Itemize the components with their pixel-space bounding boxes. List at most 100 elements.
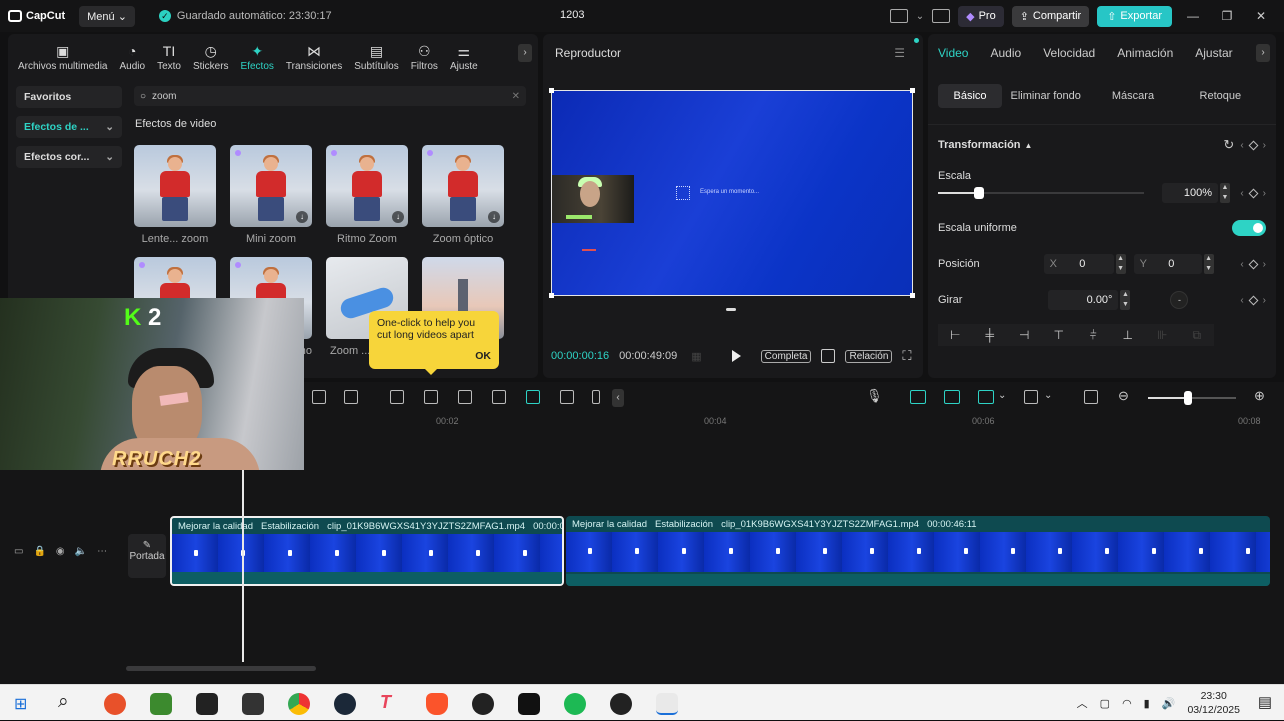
steam-icon[interactable]	[334, 693, 356, 715]
focus-icon[interactable]	[821, 349, 836, 363]
rotate-field[interactable]: 0.00°	[1048, 290, 1119, 310]
close-button[interactable]: ✕	[1248, 9, 1274, 23]
wifi-icon[interactable]: ◠	[1122, 697, 1132, 710]
scale-field[interactable]: 100%	[1162, 183, 1218, 203]
zoom-in-icon[interactable]: ⊕	[1254, 388, 1265, 404]
position-x-field[interactable]: X0	[1043, 254, 1114, 274]
maximize-button[interactable]: ❐	[1214, 9, 1240, 23]
cover-button[interactable]: ✎ Portada	[128, 534, 166, 578]
clock[interactable]: 23:30 03/12/2025	[1187, 689, 1240, 717]
linkage-chevron-icon[interactable]: ⌄	[998, 390, 1006, 401]
grid-icon[interactable]: ▦	[691, 350, 701, 363]
g-app-icon[interactable]	[472, 693, 494, 715]
audio-split-icon[interactable]	[592, 390, 600, 404]
freeze-icon[interactable]	[390, 390, 404, 404]
subtab-item[interactable]: Eliminar fondo	[1002, 84, 1089, 108]
chrome-icon[interactable]	[288, 693, 310, 715]
resize-handle[interactable]	[910, 88, 915, 93]
remove-bg-icon[interactable]	[458, 390, 472, 404]
tool-subtitles[interactable]: ▤ Subtítulos	[348, 36, 404, 72]
tool-text[interactable]: TI Texto	[151, 36, 187, 72]
microphone-icon[interactable]: 🎙	[866, 388, 883, 404]
next-keyframe-icon[interactable]: ›	[1263, 140, 1266, 151]
tooltip-ok-button[interactable]: OK	[475, 350, 491, 362]
effect-card[interactable]: ↓ Mini zoom	[230, 145, 312, 245]
shape-icon[interactable]	[344, 390, 358, 404]
search-icon[interactable]: ⌕	[58, 691, 69, 713]
download-icon[interactable]: ↓	[488, 211, 500, 223]
tool-sticker[interactable]: ◷ Stickers	[187, 36, 235, 72]
tool-audio[interactable]: ◔ Audio	[113, 36, 151, 72]
toolstrip-next-button[interactable]: ›	[518, 44, 532, 62]
clear-search-icon[interactable]: ✕	[512, 91, 520, 102]
align-left-icon[interactable]: ⊢	[938, 324, 973, 346]
position-x-stepper[interactable]: ▲ ▼	[1115, 254, 1126, 274]
rotate-dial-icon[interactable]: -	[1170, 291, 1189, 309]
volume-icon[interactable]: 🔊	[1162, 697, 1176, 710]
properties-next-button[interactable]: ›	[1256, 44, 1270, 62]
position-y-field[interactable]: Y0	[1133, 254, 1202, 274]
resize-handle[interactable]	[549, 88, 554, 93]
category-item[interactable]: Efectos de ... ⌄	[16, 116, 122, 138]
playhead[interactable]	[242, 466, 244, 662]
next-keyframe-icon[interactable]: ›	[1263, 259, 1266, 270]
visibility-icon[interactable]: ◉	[56, 546, 65, 557]
download-icon[interactable]: ↓	[392, 211, 404, 223]
timeline-scrollbar[interactable]	[126, 666, 316, 671]
menu-button[interactable]: Menú ⌄	[79, 5, 135, 27]
auto-snap-icon[interactable]	[944, 390, 960, 404]
windows-start-icon[interactable]: ⊞	[14, 694, 27, 714]
tiktok-icon[interactable]	[518, 693, 540, 715]
align-center-v-icon[interactable]: ⫩	[1076, 324, 1111, 346]
tab-velocidad[interactable]: Velocidad	[1043, 46, 1095, 60]
crop-icon[interactable]	[312, 390, 326, 404]
play-icon[interactable]	[731, 350, 741, 362]
resize-handle[interactable]	[910, 293, 915, 298]
brave-like-app-icon[interactable]	[104, 693, 126, 715]
auto-reframe-icon[interactable]	[526, 390, 540, 404]
tool-media[interactable]: ▣ Archivos multimedia	[12, 36, 113, 72]
share-button[interactable]: ⇪ Compartir	[1011, 5, 1090, 27]
effect-card[interactable]: ↓ Ritmo Zoom	[326, 145, 408, 245]
next-keyframe-icon[interactable]: ›	[1263, 188, 1266, 199]
reset-icon[interactable]: ↻	[1223, 137, 1234, 153]
keyframe-icon[interactable]	[1248, 140, 1259, 150]
align-top-icon[interactable]: ⊤	[1041, 324, 1076, 346]
transform-header[interactable]: Transformación ▲ ↻ ‹ ›	[938, 135, 1266, 155]
obs-icon[interactable]	[610, 693, 632, 715]
tool-filters[interactable]: ⚇ Filtros	[405, 36, 444, 72]
player-menu-icon[interactable]: ☰	[894, 46, 905, 60]
slider-knob[interactable]	[974, 187, 985, 199]
rotate-stepper[interactable]: ▲ ▼	[1120, 290, 1131, 310]
tool-effects[interactable]: ✦ Efectos	[235, 36, 280, 72]
preview-axis-icon[interactable]	[1024, 390, 1038, 404]
spotify-icon[interactable]	[564, 693, 586, 715]
tab-ajustar[interactable]: Ajustar	[1195, 46, 1232, 60]
uniform-scale-toggle[interactable]	[1232, 220, 1266, 236]
layout-chevron-icon[interactable]: ⌄	[916, 11, 924, 22]
prev-keyframe-icon[interactable]: ‹	[1240, 140, 1243, 151]
fit-timeline-icon[interactable]	[1084, 390, 1098, 404]
project-title[interactable]: 1203	[560, 9, 584, 21]
ratio-button[interactable]: Relación	[845, 349, 893, 363]
lock-icon[interactable]: 🔒	[33, 546, 45, 557]
mute-icon[interactable]: 🔈	[75, 546, 87, 557]
brave-icon[interactable]	[426, 693, 448, 715]
tray-app-icon[interactable]: ▢	[1100, 697, 1110, 710]
scale-slider[interactable]	[938, 183, 1144, 203]
magic-icon[interactable]	[492, 390, 506, 404]
export-button[interactable]: ⇧ Exportar	[1097, 5, 1172, 27]
subtab-item[interactable]: Máscara	[1089, 84, 1176, 108]
minimize-button[interactable]: —	[1180, 9, 1206, 23]
battery-icon[interactable]: ▮	[1144, 697, 1150, 710]
epic-games-icon[interactable]	[242, 693, 264, 715]
subtab-item[interactable]: Básico	[938, 84, 1002, 108]
preview-axis-chevron-icon[interactable]: ⌄	[1044, 390, 1052, 401]
capcut-alt-icon[interactable]	[196, 693, 218, 715]
zoom-out-icon[interactable]: ⊖	[1118, 388, 1129, 404]
tab-animación[interactable]: Animación	[1117, 46, 1173, 60]
keyframe-icon[interactable]	[1248, 295, 1259, 305]
scale-stepper[interactable]: ▲ ▼	[1220, 183, 1230, 203]
main-track-magnet-icon[interactable]	[910, 390, 926, 404]
notifications-icon[interactable]: ▤	[1258, 693, 1272, 711]
